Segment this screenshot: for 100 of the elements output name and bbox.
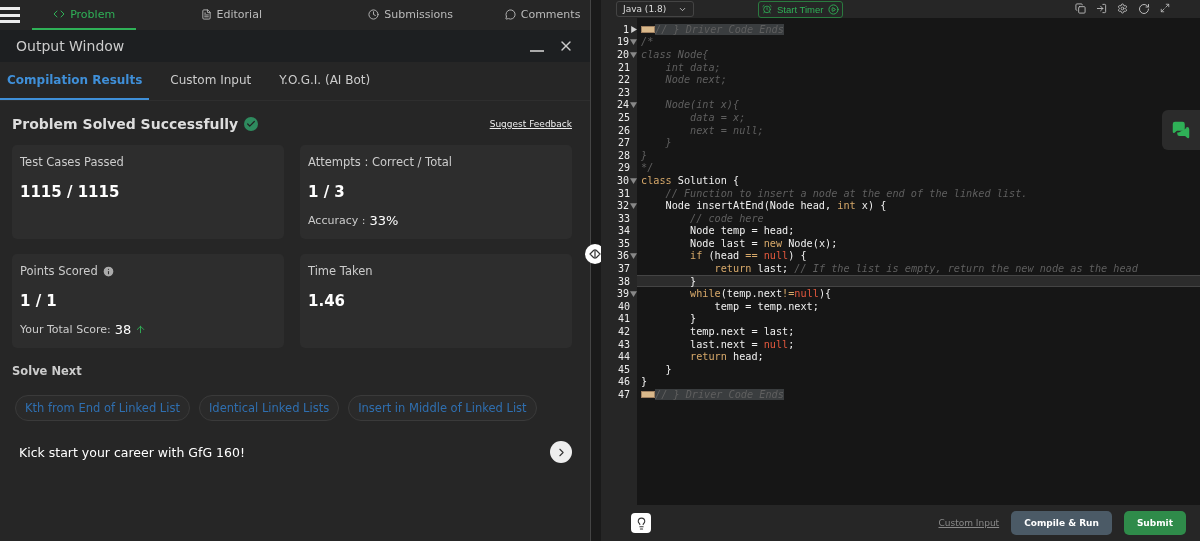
line-number: 30 (616, 174, 629, 186)
code-line: Node(int x){ (664, 99, 740, 111)
code-line: if (head == null) { (689, 250, 807, 262)
fold-icon[interactable] (630, 51, 637, 58)
copy-icon[interactable] (1075, 3, 1086, 14)
note-label: Accuracy : (308, 214, 366, 227)
card-value: 1.46 (308, 292, 346, 310)
submit-button[interactable]: Submit (1123, 511, 1186, 535)
code-line: } (689, 275, 697, 287)
code-line: Node last = new Node(x); (689, 237, 838, 249)
code-line: last.next = null; (689, 338, 795, 350)
code-line: data = x; (689, 111, 746, 123)
line-number: 27 (617, 137, 630, 149)
line-number: 26 (617, 124, 630, 136)
card-title: Points Scored (20, 264, 98, 278)
fold-icon[interactable] (630, 101, 637, 109)
code-line: } (641, 376, 648, 388)
line-number: 19 (616, 36, 629, 48)
nav-tab[interactable]: Editorial (136, 0, 327, 30)
tab-label: Problem (70, 7, 116, 21)
line-number: 24 (616, 99, 629, 111)
nav-tab[interactable]: Submissions (326, 0, 496, 30)
fold-placeholder-icon[interactable] (641, 25, 655, 33)
compile-run-button[interactable]: Compile & Run (1011, 511, 1112, 535)
code-line: return head; (689, 351, 764, 363)
code-line: } (664, 363, 672, 375)
fold-icon[interactable] (630, 202, 637, 210)
language-select[interactable]: Java (1.8) (616, 1, 694, 17)
code-line: while(temp.next!=null){ (689, 288, 832, 300)
code-line: */ (641, 162, 654, 174)
code-line: /* (641, 36, 654, 48)
line-number: 33 (617, 212, 630, 224)
info-icon[interactable] (101, 264, 115, 278)
clock-icon (368, 8, 380, 20)
line-number: 28 (617, 149, 630, 161)
settings-icon[interactable] (1117, 3, 1128, 14)
nav-tab[interactable]: Comments (495, 0, 590, 30)
promo-text: Kick start your career with GfG 160! (19, 444, 245, 460)
note-label: Your Total Score: (20, 323, 111, 336)
line-number: 31 (617, 187, 630, 199)
fullscreen-icon[interactable] (1160, 3, 1170, 13)
code-line: } (641, 149, 648, 161)
tab-label: Editorial (216, 7, 262, 21)
custom-input-link[interactable]: Custom Input (938, 518, 1000, 528)
code-line: } (664, 137, 672, 149)
line-number: 44 (617, 351, 630, 363)
timer-button[interactable]: Start Timer (758, 0, 844, 18)
status-text: Problem Solved Successfully (12, 116, 239, 132)
card-value: 1115 / 1115 (20, 183, 121, 201)
output-tab[interactable]: Compilation Results (0, 62, 150, 100)
check-icon (244, 117, 259, 131)
document-icon (200, 8, 212, 20)
line-number: 43 (617, 338, 630, 350)
next-button[interactable] (550, 441, 572, 463)
line-number: 39 (616, 288, 629, 300)
tab-label: Submissions (384, 7, 453, 21)
fold-icon[interactable] (630, 290, 637, 298)
line-number: 32 (616, 200, 629, 212)
line-number: 37 (617, 263, 630, 275)
line-number: 40 (617, 300, 630, 312)
line-number: 46 (617, 376, 630, 388)
line-number: 38 (617, 275, 630, 287)
fold-icon[interactable] (630, 176, 637, 184)
chat-button[interactable] (1162, 110, 1200, 150)
alarm-icon (762, 4, 772, 14)
line-number: 42 (617, 326, 630, 338)
note-value: 38 (114, 322, 132, 337)
panel-title: Output Window (16, 38, 125, 54)
card-title: Attempts : Correct / Total (308, 155, 452, 169)
code-line: int data; (664, 61, 721, 73)
fold-icon[interactable] (630, 252, 637, 260)
card-title: Time Taken (308, 264, 373, 278)
code-line: // code here (689, 212, 764, 224)
line-number: 34 (617, 225, 630, 237)
fold-icon[interactable] (630, 25, 637, 33)
line-number: 41 (617, 313, 630, 325)
line-number: 29 (617, 162, 630, 174)
code-line: Node temp = head; (689, 225, 795, 237)
code-line: // Function to insert a node at the end of the linked list. (664, 187, 1028, 199)
card-title: Test Cases Passed (20, 155, 124, 169)
split-arrows-icon (589, 249, 601, 259)
line-number: 36 (616, 250, 629, 262)
fold-icon[interactable] (630, 38, 637, 46)
hint-button[interactable] (631, 513, 651, 533)
line-number: 47 (617, 389, 630, 400)
code-line: } (689, 313, 697, 325)
code-icon (53, 8, 66, 20)
reset-icon[interactable] (1138, 3, 1150, 15)
tab-label: Comments (520, 7, 581, 21)
code-line: class Solution { (641, 174, 740, 186)
output-tab[interactable]: Y.O.G.I. (AI Bot) (272, 62, 378, 100)
code-line: next = null; (689, 124, 764, 136)
menu-icon[interactable] (0, 5, 20, 25)
chat-icon (504, 8, 516, 20)
line-number: 20 (616, 49, 629, 60)
line-number: 1 (622, 23, 629, 35)
import-icon[interactable] (1096, 3, 1107, 14)
feedback-link[interactable]: Suggest Feedback (489, 119, 572, 129)
output-tab[interactable]: Custom Input (163, 62, 259, 100)
card-value: 1 / 3 (308, 183, 346, 201)
